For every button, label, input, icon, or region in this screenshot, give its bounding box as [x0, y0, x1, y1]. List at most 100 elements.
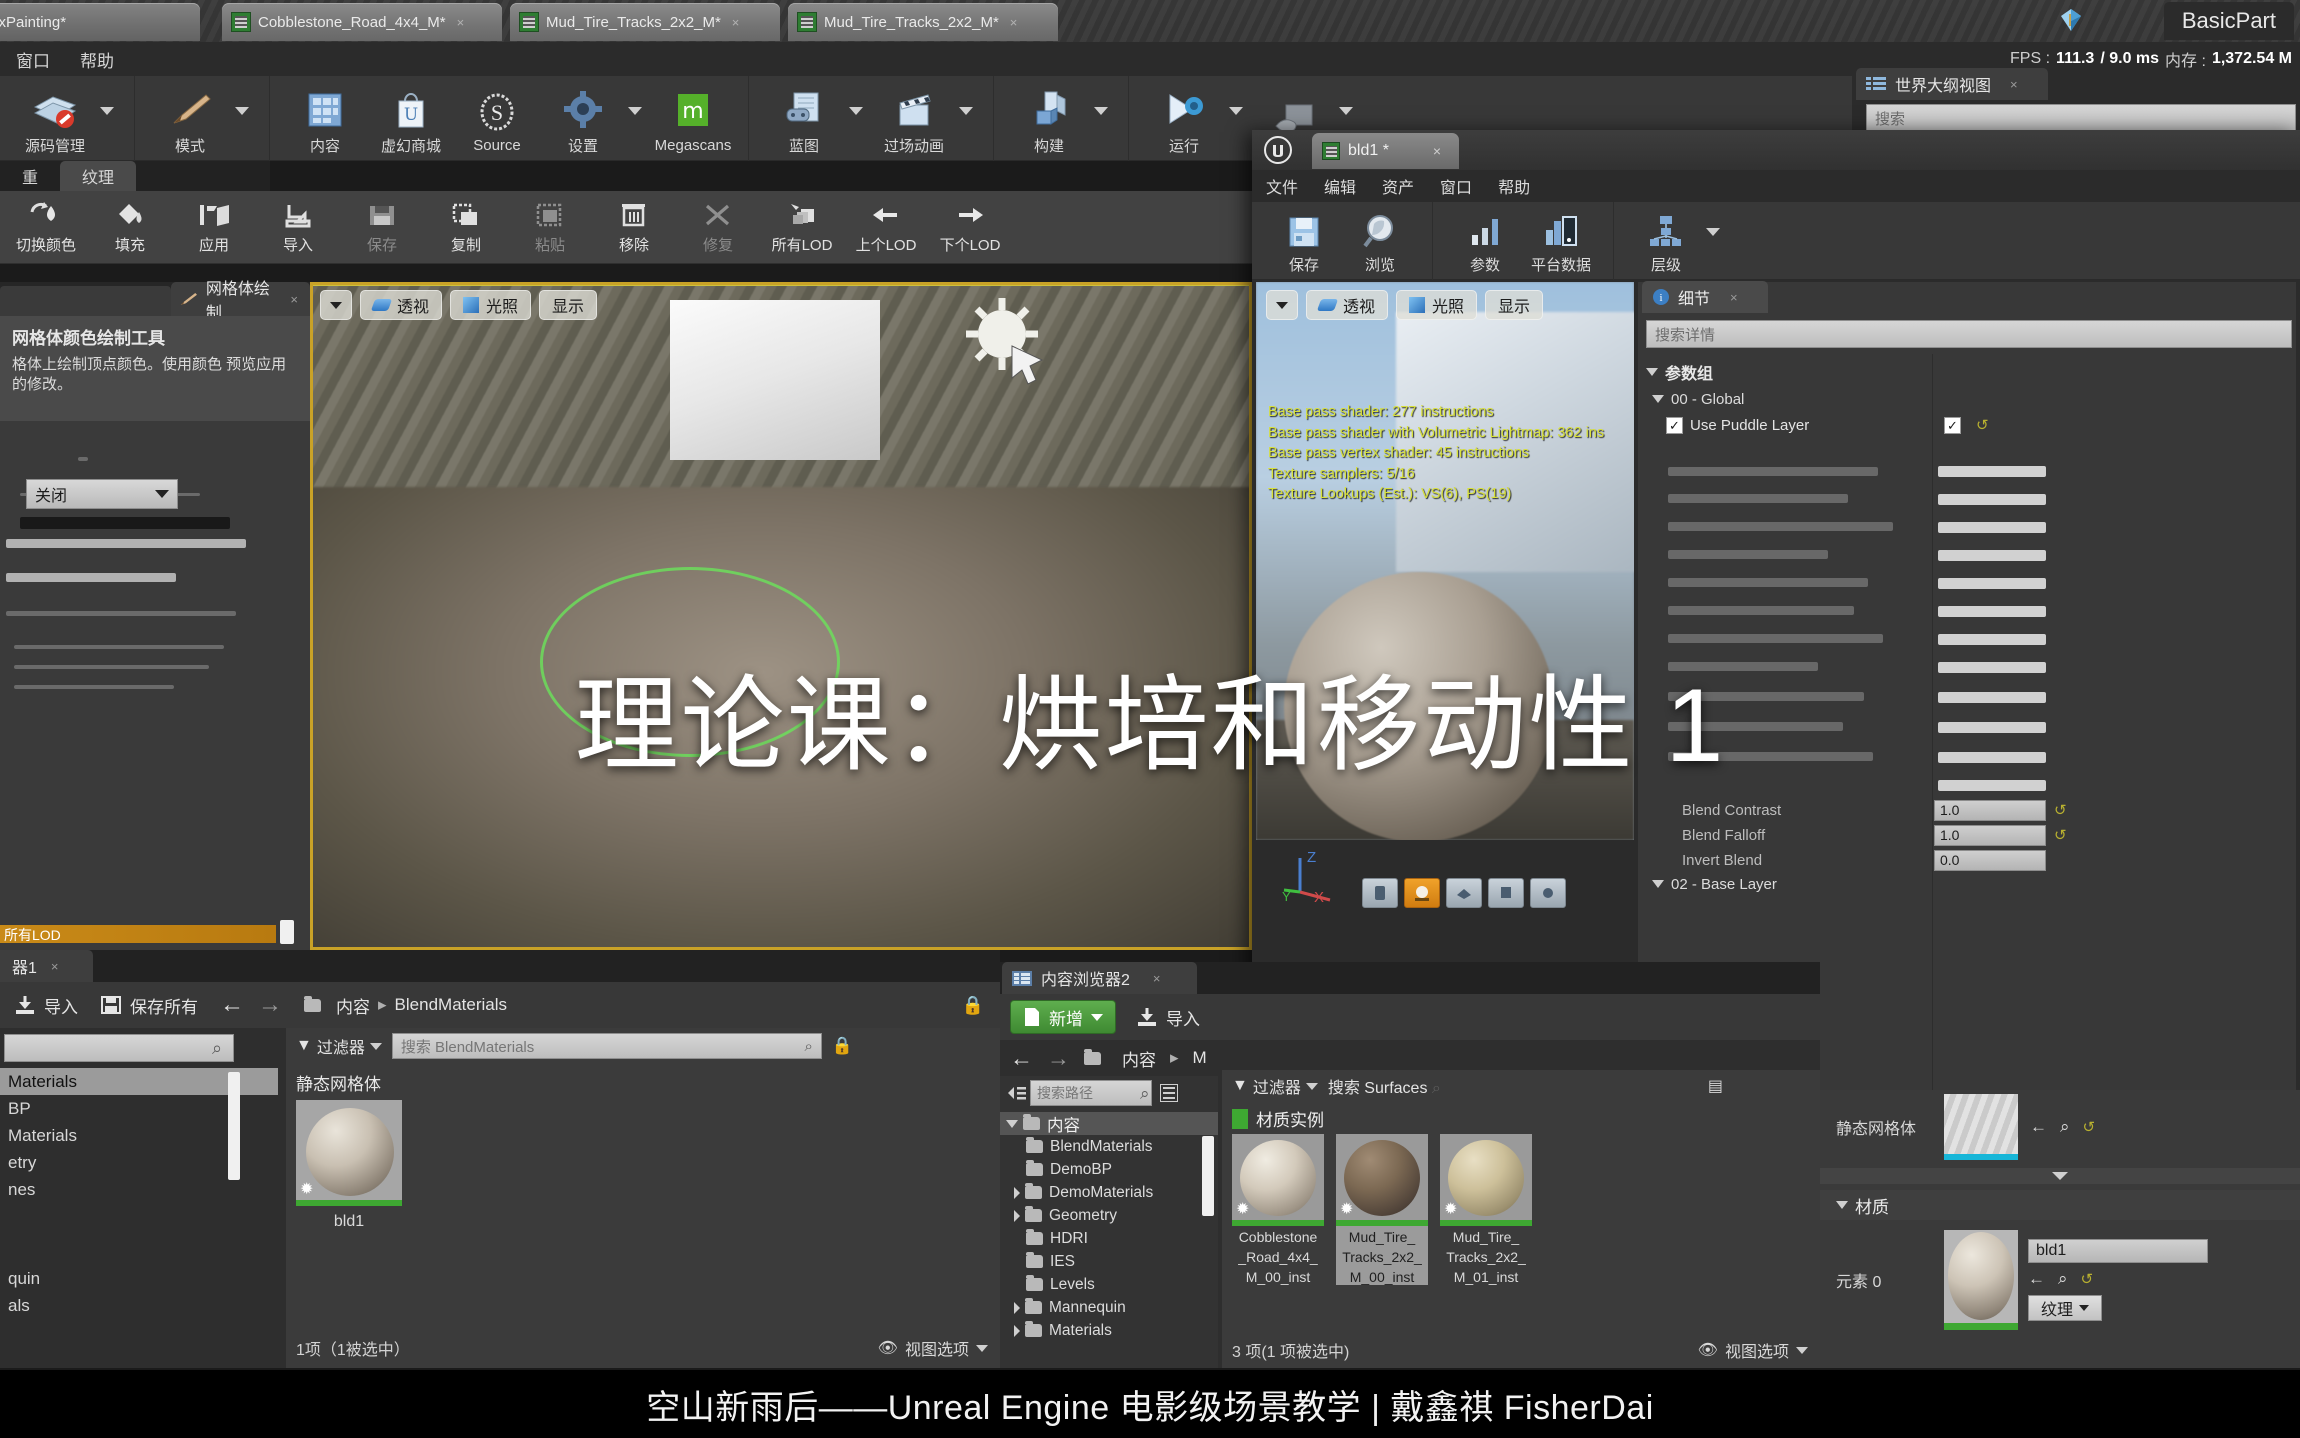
cb2-view-options-button[interactable]: 👁 视图选项	[1698, 1338, 1808, 1362]
cb2-filter-button[interactable]: ▼ 过滤器	[1232, 1074, 1318, 1098]
materials-group-header[interactable]: 材质	[1820, 1190, 2300, 1220]
child-browse-button[interactable]: 浏览	[1342, 207, 1418, 275]
reset-to-default-icon[interactable]: ↺	[2081, 1270, 2094, 1288]
cb2-tree-item-blendmaterials[interactable]: BlendMaterials	[1000, 1135, 1218, 1158]
blend-contrast-input[interactable]: 1.0	[1934, 799, 2046, 821]
details-group-global[interactable]: 00 - Global	[1638, 387, 2296, 411]
menu-item-help[interactable]: 帮助	[80, 47, 114, 72]
value-checkbox[interactable]: ✓	[1944, 416, 1961, 434]
reset-to-default-icon[interactable]: ↺	[1976, 416, 1989, 434]
texture-dropdown-button[interactable]: 纹理	[2028, 1295, 2102, 1321]
breadcrumb-content[interactable]: 内容	[336, 993, 370, 1018]
use-selected-asset-icon[interactable]: ←	[2030, 1117, 2047, 1137]
viewport-options-button[interactable]	[320, 290, 352, 320]
chevron-down-icon[interactable]	[1339, 106, 1353, 115]
cb1-tree-scrollbar[interactable]	[228, 1072, 240, 1180]
viewport-lit-button[interactable]: 光照	[450, 290, 532, 320]
static-mesh-thumbnail[interactable]	[1944, 1094, 2018, 1160]
close-icon[interactable]: ×	[290, 292, 298, 307]
tool-import[interactable]: 导入	[256, 199, 340, 255]
preview-shape-cylinder-button[interactable]	[1362, 878, 1398, 908]
chevron-down-icon[interactable]	[1094, 106, 1108, 115]
preview-perspective-button[interactable]: 透视	[1306, 290, 1389, 320]
chevron-down-icon[interactable]	[1706, 227, 1720, 236]
arrow-right-icon[interactable]: →	[258, 991, 282, 1019]
browse-to-asset-icon[interactable]: ⌕	[2058, 1269, 2068, 1289]
scrollbar-thumb[interactable]	[280, 920, 294, 944]
details-group-parameter-groups[interactable]: 参数组	[1638, 360, 2296, 384]
tool-save[interactable]: 保存	[340, 199, 424, 255]
child-menu-window[interactable]: 窗口	[1440, 174, 1472, 198]
child-platform-stats-button[interactable]: 平台数据	[1523, 207, 1599, 275]
cb2-tree-scrollbar[interactable]	[1202, 1136, 1214, 1216]
cb1-import-button[interactable]: 导入	[14, 993, 78, 1018]
level-viewport[interactable]: 透视 光照 显示	[310, 282, 1252, 950]
chevron-down-icon[interactable]	[100, 106, 114, 115]
cb1-save-all-button[interactable]: 保存所有	[100, 993, 198, 1018]
lock-icon[interactable]: 🔒	[962, 995, 984, 1016]
cb2-breadcrumb-m[interactable]: M	[1193, 1048, 1207, 1068]
child-menu-help[interactable]: 帮助	[1498, 174, 1530, 198]
cb1-view-options-button[interactable]: 👁 视图选项	[878, 1336, 988, 1360]
tree-options-icon[interactable]	[1160, 1084, 1178, 1102]
toolbar-marketplace-button[interactable]: U 虚幻商城	[368, 81, 454, 156]
static-mesh-row[interactable]: 静态网格体 ← ⌕ ↺	[1820, 1094, 2300, 1160]
search-icon[interactable]: ⌕	[804, 1038, 812, 1055]
child-hierarchy-button[interactable]: 层级	[1628, 207, 1704, 275]
material-thumbnail[interactable]	[1944, 1230, 2018, 1330]
cb2-tree-item-hdri[interactable]: HDRI	[1000, 1227, 1218, 1250]
asset-item-mud-tire-00[interactable]: ✹ Mud_Tire_ Tracks_2x2_ M_00_inst	[1336, 1134, 1428, 1286]
chevron-down-icon[interactable]	[235, 106, 249, 115]
preview-shape-custom-button[interactable]	[1530, 878, 1566, 908]
cb2-breadcrumb-content[interactable]: 内容	[1122, 1046, 1156, 1071]
close-icon[interactable]: ×	[2010, 77, 2018, 92]
tool-repair[interactable]: 修复	[676, 199, 760, 255]
close-icon[interactable]: ×	[1010, 15, 1018, 30]
search-icon[interactable]: ⌕	[1432, 1080, 1441, 1097]
child-menu-edit[interactable]: 编辑	[1324, 174, 1356, 198]
tool-apply[interactable]: 应用	[172, 199, 256, 255]
paint-mode-dropdown[interactable]: 关闭	[26, 479, 178, 509]
toolbar-source-control-button[interactable]: 源码管理	[12, 81, 98, 156]
cb2-tree-item-demomaterials[interactable]: DemoMaterials	[1000, 1181, 1218, 1204]
cb2-tree-item-levels[interactable]: Levels	[1000, 1273, 1218, 1296]
material-element-row[interactable]: 元素 0 bld1 ← ⌕ ↺ 纹理	[1820, 1230, 2300, 1330]
dock-tab-mesh-paint[interactable]: 网格体绘制 ×	[171, 281, 310, 322]
tab-details[interactable]: i 细节 ×	[1642, 281, 1768, 313]
cb1-filter-button[interactable]: ▼ 过滤器	[296, 1034, 382, 1058]
details-search-input[interactable]: 搜索详情	[1646, 320, 2292, 348]
asset-item-mud-tire-01[interactable]: ✹ Mud_Tire_ Tracks_2x2_ M_01_inst	[1440, 1134, 1532, 1285]
close-icon[interactable]: ×	[732, 15, 740, 30]
details-row-blend-contrast[interactable]: Blend Contrast 1.0 ↺	[1638, 798, 2296, 822]
tab-texture[interactable]: 纹理	[60, 161, 137, 191]
details-row-blend-falloff[interactable]: Blend Falloff 1.0 ↺	[1638, 823, 2296, 847]
asset-item-cobblestone[interactable]: ✹ Cobblestone _Road_4x4_ M_00_inst	[1232, 1134, 1324, 1285]
editor-tab-1[interactable]: Cobblestone_Road_4x4_M* ×	[222, 3, 502, 41]
dock-tab-placeholder[interactable]	[0, 286, 171, 316]
cb2-tree-item-geometry[interactable]: Geometry	[1000, 1204, 1218, 1227]
tool-copy[interactable]: 复制	[424, 199, 508, 255]
chevron-down-icon[interactable]	[959, 106, 973, 115]
reset-to-default-icon[interactable]: ↺	[2054, 826, 2067, 844]
tree-item-levels[interactable]: nes	[0, 1176, 278, 1203]
toolbar-settings-button[interactable]: 设置	[540, 81, 626, 156]
tool-swap-colors[interactable]: 切换颜色	[4, 199, 88, 255]
tab-world-outliner[interactable]: 世界大纲视图 ×	[1856, 68, 2048, 100]
chevron-down-icon[interactable]	[628, 106, 642, 115]
outliner-search-input[interactable]: 搜索	[1866, 104, 2296, 132]
toolbar-modes-button[interactable]: 模式	[147, 81, 233, 156]
close-icon[interactable]: ×	[51, 959, 59, 974]
toolbar-source-button[interactable]: S Source	[454, 83, 540, 154]
arrow-right-icon[interactable]: →	[1047, 1045, 1070, 1072]
tool-fill[interactable]: 填充	[88, 199, 172, 255]
blend-falloff-input[interactable]: 1.0	[1934, 824, 2046, 846]
details-group-base-layer[interactable]: 02 - Base Layer	[1638, 872, 2296, 896]
tree-item-materials-3[interactable]: als	[0, 1292, 278, 1319]
asset-item-bld1[interactable]: ✹ bld1	[296, 1100, 402, 1231]
checkbox-use-puddle-layer[interactable]: ✓	[1666, 416, 1683, 434]
cb2-tree-item-ies[interactable]: IES	[1000, 1250, 1218, 1273]
search-icon[interactable]: ⌕	[212, 1038, 222, 1059]
editor-tab-0[interactable]: rtexPainting*	[0, 3, 200, 41]
viewport-show-button[interactable]: 显示	[539, 290, 598, 320]
preview-lit-button[interactable]: 光照	[1396, 290, 1478, 320]
